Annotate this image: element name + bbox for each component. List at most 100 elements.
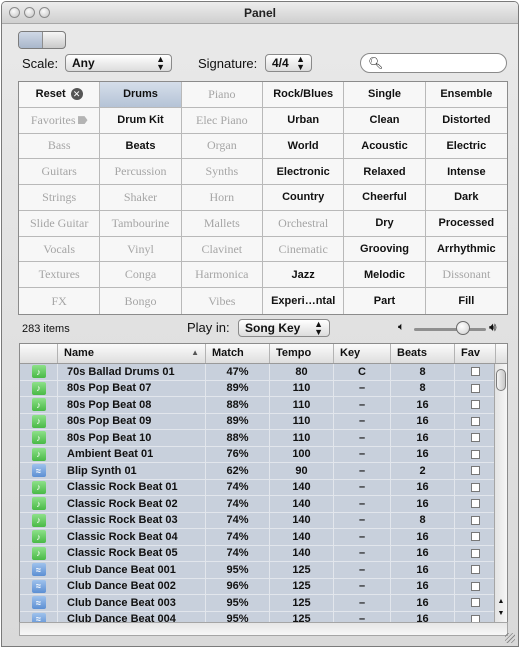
keyword-button: Percussion bbox=[100, 159, 182, 186]
favorite-checkbox[interactable] bbox=[470, 598, 480, 608]
keyword-button[interactable]: Rock/Blues bbox=[263, 82, 345, 108]
column-header-fav[interactable]: Fav bbox=[455, 344, 496, 363]
table-row[interactable]: ♪ Classic Rock Beat 04 74% 140–16 bbox=[20, 529, 496, 546]
audio-loop-icon: ♪ bbox=[31, 381, 46, 395]
cell-match: 89% bbox=[206, 380, 270, 396]
keyword-button[interactable]: Grooving bbox=[344, 236, 426, 263]
keyword-button[interactable]: Relaxed bbox=[344, 159, 426, 186]
table-row[interactable]: ♪ Ambient Beat 01 76% 100–16 bbox=[20, 446, 496, 463]
keyword-button[interactable]: Clean bbox=[344, 107, 426, 134]
favorite-cell bbox=[455, 446, 496, 462]
clear-icon: ✕ bbox=[70, 88, 83, 101]
favorite-checkbox[interactable] bbox=[470, 548, 480, 558]
keyword-button[interactable]: Drum Kit bbox=[100, 107, 182, 134]
keyword-button-label: Distorted bbox=[442, 114, 491, 127]
cell-name: Blip Synth 01 bbox=[58, 463, 206, 479]
table-row[interactable]: ♪ 80s Pop Beat 07 89% 110–8 bbox=[20, 380, 496, 397]
table-row[interactable]: ♪ 80s Pop Beat 10 88% 110–16 bbox=[20, 430, 496, 447]
keyword-button[interactable]: Dry bbox=[344, 210, 426, 237]
favorite-checkbox[interactable] bbox=[470, 383, 480, 393]
play-in-popup[interactable]: Song Key ▲ ▼ bbox=[238, 319, 330, 337]
cell-match: 95% bbox=[206, 595, 270, 611]
signature-popup[interactable]: 4/4 ▲ ▼ bbox=[265, 54, 312, 72]
keyword-button[interactable]: Single bbox=[344, 82, 426, 108]
audio-loop-icon: ♪ bbox=[31, 414, 46, 428]
table-row[interactable]: ≈ Club Dance Beat 003 95% 125–16 bbox=[20, 595, 496, 612]
scroll-down-arrow-icon[interactable]: ▼ bbox=[495, 608, 507, 619]
column-header-key[interactable]: Key bbox=[334, 344, 391, 363]
scale-popup[interactable]: Any ▲ ▼ bbox=[65, 54, 172, 72]
keyword-button[interactable]: Electric bbox=[425, 134, 507, 160]
table-row[interactable]: ♪ 80s Pop Beat 08 88% 110–16 bbox=[20, 397, 496, 414]
favorite-checkbox[interactable] bbox=[470, 449, 480, 459]
column-view-toggle[interactable] bbox=[42, 32, 65, 48]
favorite-checkbox[interactable] bbox=[470, 367, 480, 377]
table-row[interactable]: ♪ Classic Rock Beat 01 74% 140–16 bbox=[20, 479, 496, 496]
view-toggle[interactable] bbox=[18, 31, 66, 49]
favorite-checkbox[interactable] bbox=[470, 482, 480, 492]
favorite-checkbox[interactable] bbox=[470, 532, 480, 542]
keyword-button[interactable]: Arrhythmic bbox=[425, 237, 507, 263]
keyword-button[interactable]: Beats bbox=[100, 133, 182, 160]
cell-match: 74% bbox=[206, 545, 270, 561]
favorite-checkbox[interactable] bbox=[470, 565, 480, 575]
keyword-button[interactable]: Distorted bbox=[425, 108, 507, 134]
keyword-button[interactable]: Country bbox=[263, 185, 345, 211]
search-field[interactable]: 🔍︎ bbox=[360, 53, 507, 73]
title-bar[interactable]: Panel bbox=[2, 2, 518, 24]
keyword-button[interactable]: Ensemble bbox=[425, 82, 507, 108]
keyword-button[interactable]: Reset ✕ bbox=[19, 82, 101, 108]
favorite-checkbox[interactable] bbox=[470, 515, 480, 525]
keyword-button[interactable]: Part bbox=[344, 288, 426, 314]
volume-slider-track[interactable] bbox=[414, 328, 486, 331]
keyword-button[interactable]: Melodic bbox=[344, 262, 426, 289]
table-row[interactable]: ≈ Club Dance Beat 002 96% 125–16 bbox=[20, 578, 496, 595]
keyword-button[interactable]: Processed bbox=[425, 211, 507, 237]
cell-match: 74% bbox=[206, 512, 270, 528]
table-row[interactable]: ♪ 80s Pop Beat 09 89% 110–16 bbox=[20, 413, 496, 430]
column-header-name[interactable]: Name ▲ bbox=[58, 344, 206, 363]
button-view-toggle[interactable] bbox=[19, 32, 42, 48]
favorite-checkbox[interactable] bbox=[470, 400, 480, 410]
favorite-cell bbox=[455, 595, 496, 611]
keyword-button[interactable]: Acoustic bbox=[344, 133, 426, 160]
horizontal-scrollbar[interactable] bbox=[19, 622, 508, 636]
keyword-button[interactable]: World bbox=[263, 133, 345, 160]
keyword-button[interactable]: Cheerful bbox=[344, 185, 426, 211]
column-header-icon[interactable] bbox=[20, 344, 58, 363]
keyword-button[interactable]: Intense bbox=[425, 159, 507, 186]
table-row[interactable]: ♪ Classic Rock Beat 02 74% 140–16 bbox=[20, 496, 496, 513]
cell-name: 80s Pop Beat 09 bbox=[58, 413, 206, 429]
column-header-match[interactable]: Match bbox=[206, 344, 270, 363]
keyword-button[interactable]: Experi…ntal bbox=[263, 288, 345, 314]
table-row[interactable]: ≈ Club Dance Beat 001 95% 125–16 bbox=[20, 562, 496, 579]
keyword-button[interactable]: Urban bbox=[263, 107, 345, 134]
keyword-button[interactable]: Jazz bbox=[263, 262, 345, 289]
column-header-tempo[interactable]: Tempo bbox=[270, 344, 334, 363]
keyword-button[interactable]: Dark bbox=[425, 185, 507, 211]
vertical-scrollbar[interactable]: ▲ ▼ bbox=[494, 364, 507, 622]
keyword-button-label: Experi…ntal bbox=[271, 295, 336, 308]
column-header-beats[interactable]: Beats bbox=[391, 344, 455, 363]
favorite-checkbox[interactable] bbox=[470, 433, 480, 443]
favorite-checkbox[interactable] bbox=[470, 581, 480, 591]
cell-tempo: 110 bbox=[270, 380, 334, 396]
favorite-checkbox[interactable] bbox=[470, 416, 480, 426]
keyword-button[interactable]: Drums bbox=[100, 82, 182, 108]
search-input[interactable] bbox=[383, 56, 501, 70]
keyword-button-label: Vocals bbox=[43, 241, 76, 256]
audio-loop-icon: ♪ bbox=[31, 480, 46, 494]
resize-grip-icon[interactable] bbox=[505, 633, 515, 643]
table-row[interactable]: ♪ Classic Rock Beat 03 74% 140–8 bbox=[20, 512, 496, 529]
keyword-button[interactable]: Fill bbox=[426, 288, 507, 314]
scroll-up-arrow-icon[interactable]: ▲ bbox=[495, 596, 507, 607]
vertical-scroll-thumb[interactable] bbox=[496, 369, 506, 391]
cell-name: Club Dance Beat 002 bbox=[58, 578, 206, 594]
keyword-button[interactable]: Electronic bbox=[263, 159, 345, 186]
favorite-checkbox[interactable] bbox=[470, 499, 480, 509]
volume-slider-knob[interactable] bbox=[455, 321, 470, 335]
favorite-checkbox[interactable] bbox=[470, 466, 480, 476]
table-row[interactable]: ♪ Classic Rock Beat 05 74% 140–16 bbox=[20, 545, 496, 562]
table-row[interactable]: ≈ Blip Synth 01 62% 90–2 bbox=[20, 463, 496, 480]
table-row[interactable]: ♪ 70s Ballad Drums 01 47% 80 C 8 bbox=[20, 364, 496, 381]
